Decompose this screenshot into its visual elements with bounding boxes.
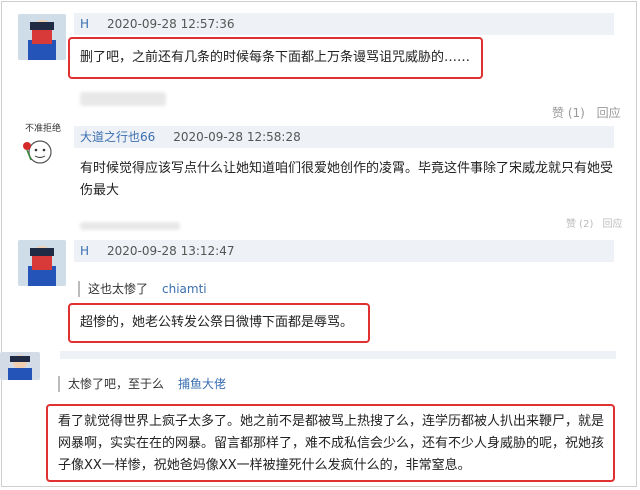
avatar-h-1[interactable] — [18, 14, 66, 60]
comment-username[interactable]: 大道之行也66 — [80, 130, 155, 144]
reply-button[interactable]: 回应 — [597, 106, 621, 120]
child-avatar-icon — [18, 240, 66, 286]
quoted-reply: 这也太惨了 chiamti — [78, 281, 207, 297]
like-button[interactable]: 赞 (2) — [566, 219, 593, 230]
blurred-text — [80, 222, 180, 230]
avatar-caption: 不准拒绝 — [24, 124, 61, 134]
comment-header: 大道之行也66 2020-09-28 12:58:28 — [74, 126, 614, 148]
comment-username[interactable]: H — [80, 244, 89, 258]
avatar-partial[interactable] — [0, 352, 40, 380]
rose-emoji-icon — [23, 140, 52, 164]
comment-text: 删了吧，之前还有几条的时候每条下面都上万条谩骂诅咒威胁的…… — [80, 50, 471, 65]
quote-text: 这也太惨了 — [88, 282, 149, 296]
avatar-sticker[interactable]: 不准拒绝 — [18, 124, 68, 170]
comment-timestamp: 2020-09-28 12:58:28 — [173, 130, 301, 144]
comment-header — [60, 351, 616, 359]
comment-header: H 2020-09-28 12:57:36 — [74, 13, 614, 35]
comment-username[interactable]: H — [80, 17, 89, 31]
comment-actions: 赞 (2) 回应 — [566, 219, 623, 231]
quote-text: 太惨了吧，至于么 — [68, 377, 165, 391]
comment-text: 看了就觉得世界上疯子太多了。她之前不是都被骂上热搜了么，连学历都被人扒出来鞭尸，… — [58, 414, 605, 473]
avatar-h-2[interactable] — [18, 240, 66, 286]
quote-username[interactable]: 捕鱼大佬 — [178, 377, 226, 391]
quoted-reply: 太惨了吧，至于么 捕鱼大佬 — [58, 376, 226, 392]
comment-text: 有时候觉得应该写点什么让她知道咱们很爱她创作的凌霄。毕竟这件事除了宋威龙就只有她… — [80, 161, 614, 198]
child-avatar-icon — [0, 352, 40, 380]
comment-timestamp: 2020-09-28 13:12:47 — [107, 244, 235, 258]
comment-timestamp: 2020-09-28 12:57:36 — [107, 17, 235, 31]
like-button[interactable]: 赞 (1) — [552, 106, 585, 120]
reply-button[interactable]: 回应 — [603, 219, 623, 230]
comment-actions: 赞 (1) 回应 — [552, 104, 621, 121]
quote-username[interactable]: chiamti — [162, 282, 207, 296]
child-avatar-icon — [18, 14, 66, 60]
comment-text: 超惨的，她老公转发公祭日微博下面都是辱骂。 — [80, 315, 354, 330]
blurred-text — [80, 92, 166, 106]
comment-header: H 2020-09-28 13:12:47 — [74, 240, 614, 262]
